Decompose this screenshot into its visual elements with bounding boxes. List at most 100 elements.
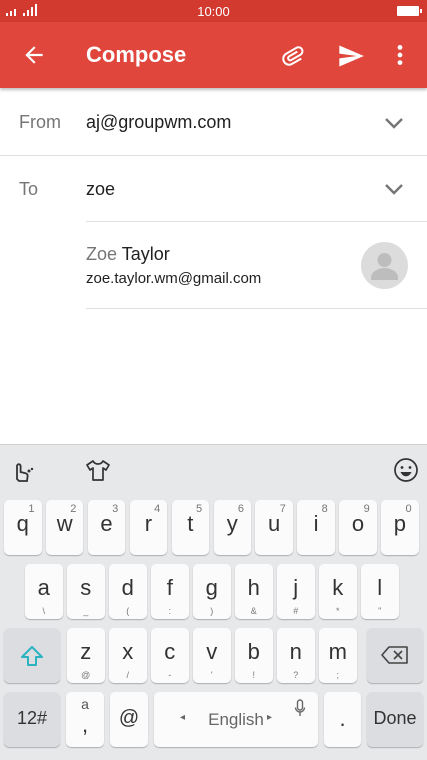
key-label: c xyxy=(164,639,176,664)
to-input[interactable]: zoe xyxy=(86,179,115,200)
period-key-label: . xyxy=(339,706,346,731)
key-y[interactable]: y6 xyxy=(213,500,251,555)
key-v[interactable]: v ' xyxy=(193,628,231,683)
at-key[interactable]: @ xyxy=(110,692,148,747)
key-label: b xyxy=(247,639,260,664)
avatar xyxy=(361,242,408,289)
key-symbol-hint: ( xyxy=(126,606,130,616)
key-label: m xyxy=(328,639,347,664)
key-f[interactable]: f: xyxy=(151,564,189,619)
key-number-hint: 1 xyxy=(28,503,35,515)
key-number-hint: 9 xyxy=(363,503,370,515)
key-t[interactable]: t5 xyxy=(171,500,210,555)
key-n[interactable]: n? xyxy=(277,628,315,683)
key-label: k xyxy=(332,575,344,600)
swipe-gesture-icon[interactable] xyxy=(9,457,35,483)
key-label: p xyxy=(393,511,406,536)
key-label: d xyxy=(121,575,134,600)
key-p[interactable]: p0 xyxy=(381,500,419,555)
key-number-hint: 6 xyxy=(237,503,244,515)
attach-icon[interactable] xyxy=(279,41,309,71)
key-l[interactable]: l " xyxy=(361,564,399,619)
key-e[interactable]: e3 xyxy=(87,500,126,555)
backspace-key[interactable] xyxy=(367,628,423,683)
key-b[interactable]: b! xyxy=(235,628,273,683)
key-label: j xyxy=(293,575,299,600)
period-key[interactable]: . xyxy=(324,692,361,747)
key-label: g xyxy=(205,575,218,600)
back-arrow-icon[interactable] xyxy=(20,42,48,68)
battery-icon xyxy=(397,6,422,16)
key-label: o xyxy=(351,511,365,536)
key-number-hint: 3 xyxy=(112,503,119,515)
key-label: l xyxy=(377,575,383,600)
key-label: z xyxy=(80,639,92,664)
comma-key-label: , xyxy=(81,712,89,737)
key-symbol-hint: * xyxy=(335,606,340,616)
comma-key[interactable]: a , xyxy=(66,692,104,747)
key-symbol-hint: ? xyxy=(293,670,299,680)
key-g[interactable]: g) xyxy=(193,564,231,619)
key-label: u xyxy=(268,511,281,536)
key-number-hint: 2 xyxy=(70,503,77,515)
key-u[interactable]: u7 xyxy=(255,500,293,555)
key-s[interactable]: s _ xyxy=(67,564,105,619)
microphone-icon xyxy=(294,699,306,716)
key-number-hint: 8 xyxy=(321,503,328,515)
key-w[interactable]: w2 xyxy=(45,500,84,555)
key-r[interactable]: r4 xyxy=(129,500,168,555)
done-key[interactable]: Done xyxy=(367,692,423,747)
key-number-hint: 0 xyxy=(405,503,412,515)
key-label: h xyxy=(247,575,260,600)
key-label: s xyxy=(80,575,92,600)
key-j[interactable]: j # xyxy=(277,564,315,619)
comma-key-top: a xyxy=(81,696,89,712)
key-symbol-hint: _ xyxy=(83,606,89,616)
at-key-label: @ xyxy=(118,707,140,729)
suggestion-email: zoe.taylor.wm@gmail.com xyxy=(86,270,262,287)
key-symbol-hint: ' xyxy=(210,670,213,680)
key-m[interactable]: m; xyxy=(319,628,357,683)
suggestion-name: Zoe Taylor xyxy=(86,244,170,265)
key-number-hint: 5 xyxy=(195,503,203,515)
key-label: x xyxy=(122,639,134,664)
key-o[interactable]: o9 xyxy=(339,500,377,555)
suggestion-name-match: Zoe xyxy=(86,244,118,264)
compose-screen: 10:00 Compose From aj@groupwm.com To zoe… xyxy=(0,0,427,760)
shift-key[interactable] xyxy=(4,628,60,683)
key-z[interactable]: z @ xyxy=(67,628,105,683)
key-a[interactable]: a \ xyxy=(25,564,63,619)
key-d[interactable]: d( xyxy=(109,564,147,619)
contact-suggestion[interactable]: Zoe Taylor zoe.taylor.wm@gmail.com xyxy=(0,222,427,308)
send-icon[interactable] xyxy=(336,42,366,70)
suggestion-name-rest: Taylor xyxy=(117,244,170,264)
space-key[interactable]: ◂ English ▸ xyxy=(154,692,318,747)
shift-icon xyxy=(21,646,43,666)
key-number-hint: 4 xyxy=(154,503,161,515)
emoji-icon[interactable] xyxy=(393,457,419,483)
key-label: a xyxy=(37,575,50,600)
key-c[interactable]: c- xyxy=(151,628,189,683)
symbols-key[interactable]: 12# xyxy=(4,692,60,747)
page-title: Compose xyxy=(86,42,187,67)
keyboard: q1w2e3r4t5y6u7i8o9p0 a \ s _ d(f: g) h & j # k * l " … xyxy=(0,444,427,760)
key-k[interactable]: k * xyxy=(319,564,357,619)
key-label: e xyxy=(100,511,113,536)
from-label: From xyxy=(19,112,61,132)
key-symbol-hint: & xyxy=(250,606,257,616)
key-label: t xyxy=(187,511,194,536)
to-chevron-down-icon[interactable] xyxy=(383,182,405,196)
key-label: w xyxy=(56,511,73,536)
key-h[interactable]: h & xyxy=(235,564,273,619)
key-label: v xyxy=(206,639,218,664)
key-label: i xyxy=(313,511,319,536)
suggestion-divider xyxy=(86,308,427,309)
more-options-icon[interactable] xyxy=(390,42,410,68)
key-symbol-hint: ) xyxy=(210,606,214,616)
from-chevron-down-icon[interactable] xyxy=(383,116,405,130)
key-i[interactable]: i8 xyxy=(297,500,335,555)
key-q[interactable]: q1 xyxy=(4,500,42,555)
theme-shirt-icon[interactable] xyxy=(85,457,111,483)
key-x[interactable]: x / xyxy=(109,628,147,683)
from-value[interactable]: aj@groupwm.com xyxy=(86,112,231,133)
